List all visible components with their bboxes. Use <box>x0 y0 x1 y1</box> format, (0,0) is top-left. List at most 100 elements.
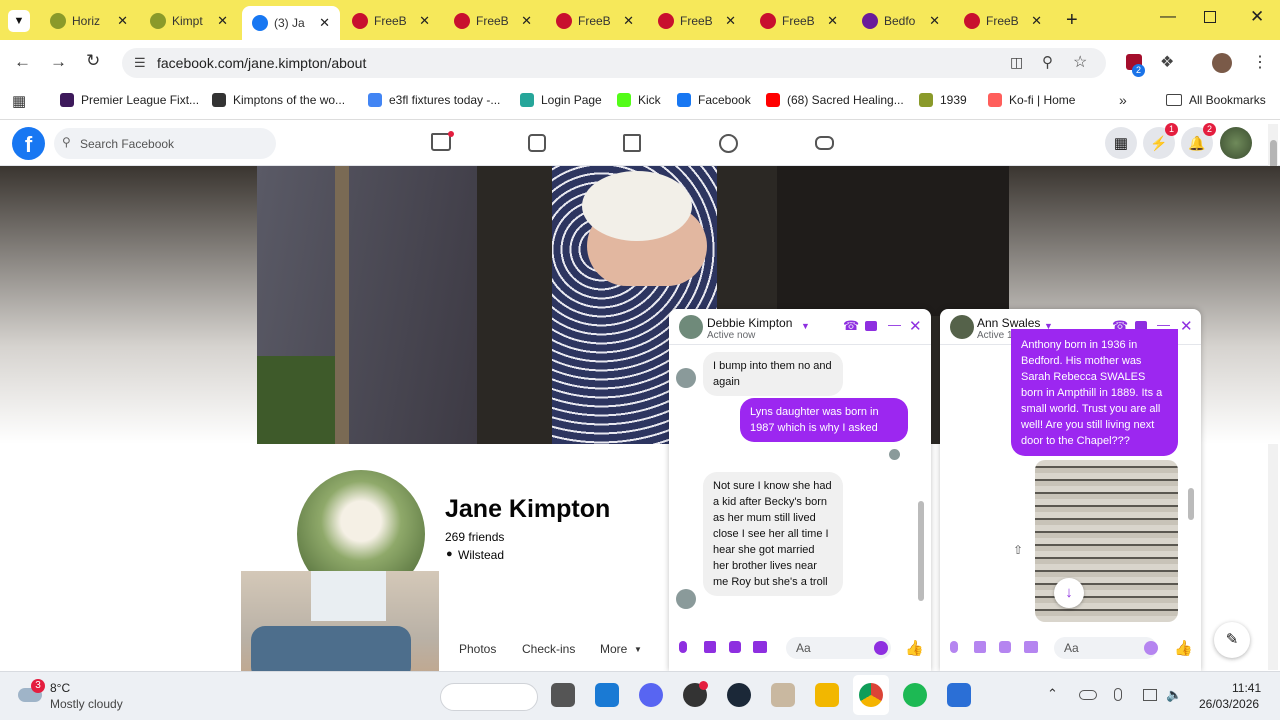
bookmark-item[interactable]: e3fl fixtures today -... <box>368 93 500 107</box>
tray-chevron-icon[interactable]: ⌃ <box>1047 686 1058 702</box>
chat-chevron-icon[interactable]: ▼ <box>801 321 810 331</box>
app-blue-icon[interactable] <box>947 683 971 707</box>
photo-icon[interactable] <box>704 641 716 653</box>
spotify-icon[interactable] <box>903 683 927 707</box>
extensions-icon[interactable]: ❖ <box>1160 52 1174 72</box>
back-icon[interactable]: ← <box>14 52 31 72</box>
bookmark-item[interactable]: Kick <box>617 93 661 107</box>
browser-tab[interactable]: Bedfo ✕ <box>852 7 950 34</box>
outlook-icon[interactable] <box>595 683 619 707</box>
browser-menu-icon[interactable]: ⋮ <box>1252 52 1268 72</box>
weather-condition[interactable]: Mostly cloudy <box>50 697 123 711</box>
tab-search-icon[interactable]: ▼ <box>8 10 30 32</box>
account-avatar[interactable] <box>1220 127 1252 159</box>
url-text[interactable]: facebook.com/jane.kimpton/about <box>157 55 366 71</box>
bookmark-star-icon[interactable]: ☆ <box>1073 52 1087 72</box>
chat-header[interactable]: Debbie Kimpton Active now ▼ ☎ — ✕ <box>669 309 931 345</box>
close-tab-icon[interactable]: ✕ <box>623 13 634 29</box>
chat-scrollbar-thumb[interactable] <box>1188 488 1194 520</box>
facebook-logo-icon[interactable]: f <box>12 127 45 160</box>
restore-window-icon[interactable] <box>1204 11 1216 23</box>
browser-tab[interactable]: FreeB ✕ <box>954 7 1052 34</box>
share-icon[interactable]: ⇧ <box>1013 543 1023 557</box>
chat-name[interactable]: Debbie Kimpton <box>707 316 792 330</box>
scroll-down-button[interactable]: ↓ <box>1054 578 1084 608</box>
bookmarks-overflow-icon[interactable]: » <box>1119 92 1127 108</box>
bookmark-item[interactable]: Facebook <box>677 93 751 107</box>
bookmark-item[interactable]: 1939 <box>919 93 967 107</box>
photo-icon[interactable] <box>974 641 986 653</box>
emoji-icon[interactable] <box>874 641 888 655</box>
zoom-icon[interactable]: ⚲ <box>1042 53 1053 71</box>
like-thumb-icon[interactable]: 👍 <box>1174 639 1193 657</box>
sticker-icon[interactable] <box>999 641 1011 653</box>
menu-grid-button[interactable]: ▦ <box>1105 127 1137 159</box>
close-tab-icon[interactable]: ✕ <box>117 13 128 29</box>
task-view-icon[interactable] <box>551 683 575 707</box>
close-window-icon[interactable]: ✕ <box>1250 7 1264 27</box>
mic-icon[interactable] <box>950 641 958 653</box>
browser-tab[interactable]: FreeB ✕ <box>444 7 542 34</box>
new-tab-button[interactable]: + <box>1066 9 1078 32</box>
browser-tab[interactable]: FreeB ✕ <box>546 7 644 34</box>
browser-tab[interactable]: (3) Ja ✕ <box>242 6 340 40</box>
chrome-icon[interactable] <box>859 683 883 707</box>
close-chat-icon[interactable]: ✕ <box>1180 317 1193 335</box>
friends-count[interactable]: 269 friends <box>445 530 504 544</box>
chat-scrollbar[interactable] <box>917 353 925 621</box>
game-icon[interactable] <box>771 683 795 707</box>
chat-name[interactable]: Ann Swales <box>977 316 1040 330</box>
file-explorer-icon[interactable] <box>815 683 839 707</box>
apps-grid-icon[interactable]: ▦ <box>12 92 26 110</box>
bookmark-item[interactable]: Kimptons of the wo... <box>212 93 345 107</box>
close-tab-icon[interactable]: ✕ <box>217 13 228 29</box>
profile-avatar[interactable] <box>1212 53 1232 73</box>
forward-icon[interactable]: → <box>50 52 67 72</box>
feeds-nav-icon[interactable] <box>528 134 546 152</box>
volume-icon[interactable]: 🔈 <box>1166 687 1182 703</box>
like-thumb-icon[interactable]: 👍 <box>905 639 924 657</box>
clock-date[interactable]: 26/03/2026 <box>1199 697 1259 711</box>
gif-icon[interactable] <box>753 641 767 653</box>
bookmark-item[interactable]: Premier League Fixt... <box>60 93 199 107</box>
close-tab-icon[interactable]: ✕ <box>419 13 430 29</box>
install-icon[interactable]: ◫ <box>1010 54 1023 71</box>
chat-scrollbar[interactable] <box>1187 353 1195 621</box>
facebook-search[interactable]: ⚲ Search Facebook <box>54 128 276 159</box>
message-input[interactable]: Aa <box>1054 637 1157 659</box>
close-tab-icon[interactable]: ✕ <box>725 13 736 29</box>
browser-tab[interactable]: Kimpt ✕ <box>140 7 238 34</box>
mic-icon[interactable] <box>679 641 687 653</box>
microphone-icon[interactable] <box>1114 688 1122 701</box>
close-tab-icon[interactable]: ✕ <box>521 13 532 29</box>
gaming-nav-icon[interactable] <box>815 136 834 150</box>
close-tab-icon[interactable]: ✕ <box>827 13 838 29</box>
clock-time[interactable]: 11:41 <box>1232 681 1261 695</box>
close-chat-icon[interactable]: ✕ <box>909 317 922 335</box>
close-tab-icon[interactable]: ✕ <box>319 15 330 31</box>
close-tab-icon[interactable]: ✕ <box>929 13 940 29</box>
address-bar[interactable]: ☰ facebook.com/jane.kimpton/about ◫ ⚲ ☆ <box>122 48 1106 78</box>
minimize-window-icon[interactable]: — <box>1160 8 1176 26</box>
close-tab-icon[interactable]: ✕ <box>1031 13 1042 29</box>
new-message-button[interactable]: ✎ <box>1214 622 1250 658</box>
profile-tab-more[interactable]: More <box>600 642 627 656</box>
emoji-icon[interactable] <box>1144 641 1158 655</box>
browser-tab[interactable]: FreeB ✕ <box>342 7 440 34</box>
reload-icon[interactable]: ↻ <box>86 51 100 71</box>
gif-icon[interactable] <box>1024 641 1038 653</box>
profile-tab-photos[interactable]: Photos <box>459 642 496 656</box>
browser-tab[interactable]: FreeB ✕ <box>750 7 848 34</box>
site-info-icon[interactable]: ☰ <box>134 55 146 71</box>
chat-scrollbar-thumb[interactable] <box>918 501 924 601</box>
browser-tab[interactable]: Horiz ✕ <box>40 7 138 34</box>
taskbar-search-box[interactable] <box>440 683 538 711</box>
weather-temp[interactable]: 8°C <box>50 681 70 695</box>
search-input[interactable]: Search Facebook <box>80 137 174 151</box>
all-bookmarks-folder[interactable]: All Bookmarks <box>1166 93 1266 107</box>
minimize-chat-icon[interactable]: — <box>888 317 901 332</box>
marketplace-nav-icon[interactable] <box>623 134 641 152</box>
browser-tab[interactable]: FreeB ✕ <box>648 7 746 34</box>
profile-tab-checkins[interactable]: Check-ins <box>522 642 575 656</box>
video-call-icon[interactable] <box>865 321 877 331</box>
